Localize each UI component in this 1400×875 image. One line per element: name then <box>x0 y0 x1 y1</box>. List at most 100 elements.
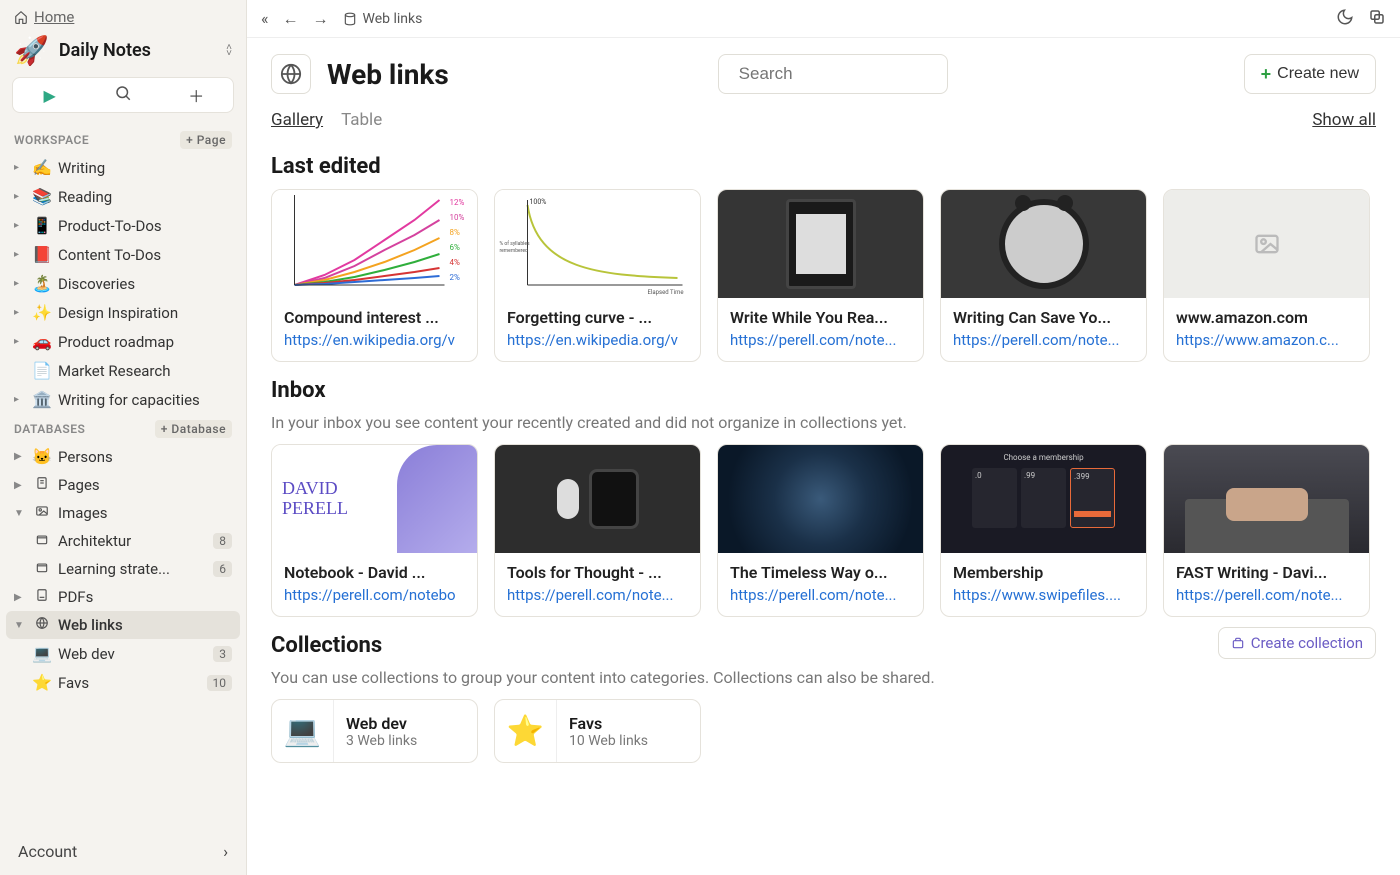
item-label: Product roadmap <box>58 333 232 351</box>
link-card[interactable]: 100% Elapsed Time % of syllables remembe… <box>494 189 701 362</box>
add-page-button[interactable]: + Page <box>180 131 232 149</box>
link-card[interactable]: 12% 10% 8% 6% 4% 2% Compound interest ..… <box>271 189 478 362</box>
card-thumbnail: 100% Elapsed Time % of syllables remembe… <box>495 190 700 298</box>
item-emoji: 🏛️ <box>32 390 52 409</box>
breadcrumb[interactable]: Web links <box>343 11 423 27</box>
collection-icon <box>1231 636 1245 650</box>
item-label: Writing <box>58 159 232 177</box>
sidebar-db-subitem[interactable]: 💻Web dev 3 <box>6 639 240 668</box>
daily-notes-row[interactable]: 🚀 Daily Notes ˄˅ <box>0 30 246 77</box>
link-card[interactable]: FAST Writing - Davi... https://perell.co… <box>1163 444 1370 617</box>
tab-table[interactable]: Table <box>341 110 382 130</box>
add-database-button[interactable]: + Database <box>155 420 232 438</box>
create-new-button[interactable]: + Create new <box>1244 54 1376 94</box>
sidebar-item[interactable]: ▸ 📱 Product-To-Dos <box>6 211 240 240</box>
item-emoji: 📱 <box>32 216 52 235</box>
item-label: PDFs <box>58 588 232 606</box>
svg-text:8%: 8% <box>450 228 460 237</box>
item-emoji: 📕 <box>32 245 52 264</box>
svg-text:4%: 4% <box>450 258 460 267</box>
sidebar-item[interactable]: ▸ ✨ Design Inspiration <box>6 298 240 327</box>
create-collection-button[interactable]: Create collection <box>1218 627 1376 659</box>
item-label: Persons <box>58 448 232 466</box>
item-emoji: 🐱 <box>32 447 52 466</box>
plus-icon[interactable]: ＋ <box>160 83 233 107</box>
sidebar-item[interactable]: 📄 Market Research <box>6 356 240 385</box>
item-label: Writing for capacities <box>58 391 232 409</box>
item-label: Learning strate... <box>58 560 207 578</box>
item-label: Product-To-Dos <box>58 217 232 235</box>
link-card[interactable]: www.amazon.com https://www.amazon.c... <box>1163 189 1370 362</box>
chevron-right-icon: › <box>223 842 228 861</box>
databases-list: ▶ 🐱 Persons▶ Pages▼ ImagesArchitektur 8L… <box>0 442 246 697</box>
link-card[interactable]: Write While You Rea... https://perell.co… <box>717 189 924 362</box>
db-icon <box>32 588 52 606</box>
count-badge: 3 <box>213 646 232 662</box>
collections-row: 💻 Web dev 3 Web links ⭐ Favs 10 Web link… <box>271 699 1376 763</box>
sidebar: Home 🚀 Daily Notes ˄˅ ▶ ＋ WORKSPACE + Pa… <box>0 0 247 875</box>
caret-icon: ▼ <box>14 620 26 631</box>
daily-notes-title: Daily Notes <box>59 40 216 61</box>
sidebar-item[interactable]: ▸ 📕 Content To-Dos <box>6 240 240 269</box>
sidebar-item[interactable]: ▸ 📚 Reading <box>6 182 240 211</box>
card-url: https://www.swipefiles.... <box>953 586 1134 604</box>
card-title: Compound interest ... <box>284 308 465 327</box>
nav-back-icon[interactable]: ← <box>283 9 299 29</box>
collapse-sidebar-icon[interactable]: « <box>261 9 269 28</box>
card-url: https://perell.com/note... <box>1176 586 1357 604</box>
card-url: https://en.wikipedia.org/v <box>507 331 688 349</box>
sidebar-db-item[interactable]: ▶ 🐱 Persons <box>6 442 240 471</box>
sidebar-item[interactable]: ▸ 🏛️ Writing for capacities <box>6 385 240 414</box>
nav-forward-icon[interactable]: → <box>313 9 329 29</box>
sidebar-db-item[interactable]: ▶ PDFs <box>6 583 240 611</box>
item-emoji: ✨ <box>32 303 52 322</box>
sidebar-item[interactable]: ▸ 🏝️ Discoveries <box>6 269 240 298</box>
sidebar-item[interactable]: ▸ ✍️ Writing <box>6 153 240 182</box>
search-input[interactable] <box>739 64 960 84</box>
card-url: https://www.amazon.c... <box>1176 331 1357 349</box>
item-emoji: ⭐ <box>32 673 52 692</box>
search-icon[interactable] <box>87 84 160 106</box>
moon-icon[interactable] <box>1336 8 1354 30</box>
card-title: Writing Can Save Yo... <box>953 308 1134 327</box>
link-card[interactable]: DAVIDPERELL Notebook - David ... https:/… <box>271 444 478 617</box>
card-url: https://perell.com/note... <box>730 586 911 604</box>
search-box[interactable] <box>718 54 948 94</box>
link-card[interactable]: Tools for Thought - ... https://perell.c… <box>494 444 701 617</box>
inbox-desc: In your inbox you see content your recen… <box>271 413 1376 432</box>
breadcrumb-label: Web links <box>363 11 423 27</box>
sidebar-toolbar: ▶ ＋ <box>12 77 234 113</box>
play-icon[interactable]: ▶ <box>13 86 86 105</box>
item-emoji: 🏝️ <box>32 274 52 293</box>
page-header: Web links + Create new <box>247 38 1400 110</box>
link-card[interactable]: Choose a membership .0 .99 .399 Membersh… <box>940 444 1147 617</box>
collection-card[interactable]: 💻 Web dev 3 Web links <box>271 699 478 763</box>
card-thumbnail <box>941 190 1146 298</box>
collection-subtitle: 3 Web links <box>346 733 417 749</box>
link-card[interactable]: Writing Can Save Yo... https://perell.co… <box>940 189 1147 362</box>
card-title: Membership <box>953 563 1134 582</box>
tab-gallery[interactable]: Gallery <box>271 110 323 130</box>
caret-icon: ▶ <box>14 592 26 603</box>
card-url: https://perell.com/note... <box>507 586 688 604</box>
sidebar-db-subitem[interactable]: ⭐Favs 10 <box>6 668 240 697</box>
home-link[interactable]: Home <box>0 0 246 30</box>
count-badge: 8 <box>213 533 232 549</box>
card-thumbnail <box>1164 190 1369 298</box>
sidebar-db-item[interactable]: ▼ Web links <box>6 611 240 639</box>
collection-card[interactable]: ⭐ Favs 10 Web links <box>494 699 701 763</box>
updown-icon[interactable]: ˄˅ <box>226 45 232 57</box>
show-all-link[interactable]: Show all <box>1312 110 1376 130</box>
sidebar-db-item[interactable]: ▼ Images <box>6 499 240 527</box>
sidebar-item[interactable]: ▸ 🚗 Product roadmap <box>6 327 240 356</box>
link-card[interactable]: The Timeless Way o... https://perell.com… <box>717 444 924 617</box>
rocket-icon: 🚀 <box>14 34 49 67</box>
sidebar-db-item[interactable]: ▶ Pages <box>6 471 240 499</box>
sidebar-db-subitem[interactable]: Architektur 8 <box>6 527 240 555</box>
caret-icon: ▸ <box>14 191 26 202</box>
card-title: The Timeless Way o... <box>730 563 911 582</box>
account-link[interactable]: Account › <box>0 828 246 875</box>
copy-icon[interactable] <box>1368 8 1386 30</box>
collections-desc: You can use collections to group your co… <box>271 668 1376 687</box>
sidebar-db-subitem[interactable]: Learning strate... 6 <box>6 555 240 583</box>
